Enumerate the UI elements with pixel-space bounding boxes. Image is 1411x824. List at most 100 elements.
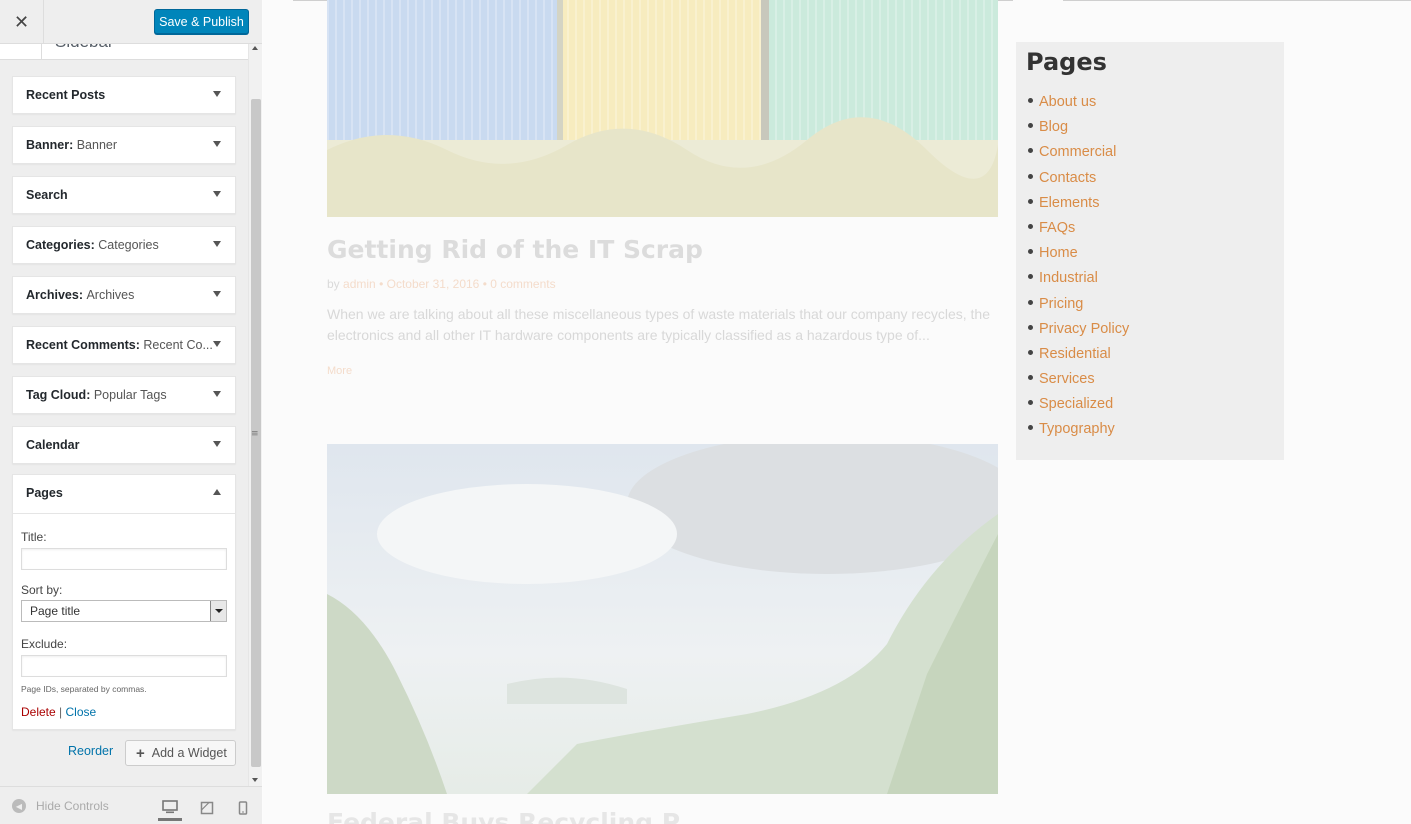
widget-title: Recent Posts xyxy=(26,88,106,102)
containers-image xyxy=(327,0,998,217)
post-author-link[interactable]: admin xyxy=(343,277,376,291)
page-link-services[interactable]: Services xyxy=(1028,371,1129,396)
title-label: Title: xyxy=(21,530,47,544)
preview-desktop-button[interactable] xyxy=(158,795,182,821)
expand-arrow-icon[interactable] xyxy=(213,341,221,347)
bullet-icon xyxy=(1028,349,1033,355)
exclude-hint: Page IDs, separated by commas. xyxy=(21,684,147,694)
sort-by-label: Sort by: xyxy=(21,583,63,597)
bullet-icon xyxy=(1028,98,1033,103)
preview-tablet-button[interactable] xyxy=(195,795,219,821)
widget-pages[interactable]: Pages Title: Sort by: Page title Exclude… xyxy=(12,474,236,730)
close-customizer-button[interactable]: ✕ xyxy=(0,0,44,44)
read-more-link[interactable]: More xyxy=(327,365,352,377)
widget-tag-cloud[interactable]: Tag Cloud: Popular Tags xyxy=(12,376,236,414)
customizer-footer: ◀ Hide Controls xyxy=(0,786,262,824)
page-link-commercial[interactable]: Commercial xyxy=(1028,144,1129,169)
widget-panel: Sidebar Recent Posts Banner: Banner Sear… xyxy=(0,44,262,786)
reorder-link[interactable]: Reorder xyxy=(68,744,113,758)
pages-heading: Pages xyxy=(1026,48,1107,76)
page-link-faqs[interactable]: FAQs xyxy=(1028,220,1129,245)
page-link-blog[interactable]: Blog xyxy=(1028,119,1129,144)
page-link-elements[interactable]: Elements xyxy=(1028,195,1129,220)
hide-controls-button[interactable]: ◀ Hide Controls xyxy=(12,799,109,813)
page-link-residential[interactable]: Residential xyxy=(1028,346,1129,371)
post-title[interactable]: Getting Rid of the IT Scrap xyxy=(327,235,703,264)
desktop-icon xyxy=(162,799,178,813)
bullet-icon xyxy=(1028,274,1033,280)
bullet-icon xyxy=(1028,148,1033,154)
dropdown-arrow-icon[interactable] xyxy=(210,601,226,621)
widget-title: Banner: Banner xyxy=(26,138,118,152)
page-link-home[interactable]: Home xyxy=(1028,245,1129,270)
widget-search[interactable]: Search xyxy=(12,176,236,214)
expand-arrow-icon[interactable] xyxy=(213,91,221,97)
grip-icon: ≡ xyxy=(251,429,259,439)
widget-banner[interactable]: Banner: Banner xyxy=(12,126,236,164)
bullet-icon xyxy=(1028,400,1033,406)
pages-widget-form: Title: Sort by: Page title Exclude: Page… xyxy=(13,513,235,729)
divider xyxy=(1063,0,1411,1)
page-link-typography[interactable]: Typography xyxy=(1028,421,1129,446)
widget-title: Categories: Categories xyxy=(26,238,159,252)
bullet-icon xyxy=(1028,299,1033,305)
sort-by-select[interactable]: Page title xyxy=(21,600,227,622)
page-link-specialized[interactable]: Specialized xyxy=(1028,396,1129,421)
widget-actions: Delete | Close xyxy=(21,705,97,719)
scroll-up-icon[interactable] xyxy=(252,46,258,50)
post-image-landscape xyxy=(327,444,998,794)
widget-calendar[interactable]: Calendar xyxy=(12,426,236,464)
landscape-image xyxy=(327,444,998,794)
post-comments-link[interactable]: 0 comments xyxy=(490,277,555,291)
title-input[interactable] xyxy=(21,548,227,570)
page-link-contacts[interactable]: Contacts xyxy=(1028,170,1129,195)
post-excerpt: When we are talking about all these misc… xyxy=(327,306,990,343)
back-button[interactable] xyxy=(0,44,42,60)
page-link-industrial[interactable]: Industrial xyxy=(1028,270,1129,295)
post-date-link[interactable]: October 31, 2016 xyxy=(387,277,480,291)
expand-arrow-icon[interactable] xyxy=(213,391,221,397)
widget-recent-posts[interactable]: Recent Posts xyxy=(12,76,236,114)
expand-arrow-icon[interactable] xyxy=(213,441,221,447)
add-widget-button[interactable]: + Add a Widget xyxy=(125,740,236,766)
post-title-2[interactable]: Federal Buys Recycling P xyxy=(327,808,680,824)
widget-title: Calendar xyxy=(26,438,80,452)
exclude-label: Exclude: xyxy=(21,637,68,651)
close-icon: ✕ xyxy=(13,11,30,33)
widget-recent-comments[interactable]: Recent Comments: Recent Co... xyxy=(12,326,236,364)
mobile-icon xyxy=(238,801,248,815)
widget-categories[interactable]: Categories: Categories xyxy=(12,226,236,264)
collapse-arrow-icon[interactable] xyxy=(213,489,221,495)
bullet-icon xyxy=(1028,425,1033,431)
pages-widget: Pages About us Blog Commercial Contacts … xyxy=(1016,42,1284,460)
panel-scrollbar[interactable]: ≡ xyxy=(248,44,262,786)
widget-title: Recent Comments: Recent Co... xyxy=(26,338,213,352)
bullet-icon xyxy=(1028,198,1033,204)
widget-archives[interactable]: Archives: Archives xyxy=(12,276,236,314)
section-title: Sidebar xyxy=(55,44,114,52)
bullet-icon xyxy=(1028,223,1033,229)
expand-arrow-icon[interactable] xyxy=(213,191,221,197)
bullet-icon xyxy=(1028,123,1033,129)
preview-mobile-button[interactable] xyxy=(231,795,255,821)
page-link-about-us[interactable]: About us xyxy=(1028,94,1129,119)
widget-title: Search xyxy=(26,188,68,202)
exclude-input[interactable] xyxy=(21,655,227,677)
customizer-header: ✕ Save & Publish xyxy=(0,0,262,44)
collapse-icon: ◀ xyxy=(12,799,26,813)
pages-list: About us Blog Commercial Contacts Elemen… xyxy=(1028,94,1129,447)
customizer-controls: ✕ Save & Publish Sidebar Recent Posts Ba… xyxy=(0,0,262,824)
expand-arrow-icon[interactable] xyxy=(213,241,221,247)
bullet-icon xyxy=(1028,375,1033,381)
save-publish-button[interactable]: Save & Publish xyxy=(154,9,249,34)
expand-arrow-icon[interactable] xyxy=(213,291,221,297)
page-link-privacy-policy[interactable]: Privacy Policy xyxy=(1028,321,1129,346)
delete-link[interactable]: Delete xyxy=(21,705,56,719)
page-link-pricing[interactable]: Pricing xyxy=(1028,296,1129,321)
bullet-icon xyxy=(1028,324,1033,330)
tablet-icon xyxy=(200,801,214,815)
close-link[interactable]: Close xyxy=(66,705,97,719)
expand-arrow-icon[interactable] xyxy=(213,141,221,147)
widget-title: Tag Cloud: Popular Tags xyxy=(26,388,167,402)
scroll-down-icon[interactable] xyxy=(252,778,258,782)
